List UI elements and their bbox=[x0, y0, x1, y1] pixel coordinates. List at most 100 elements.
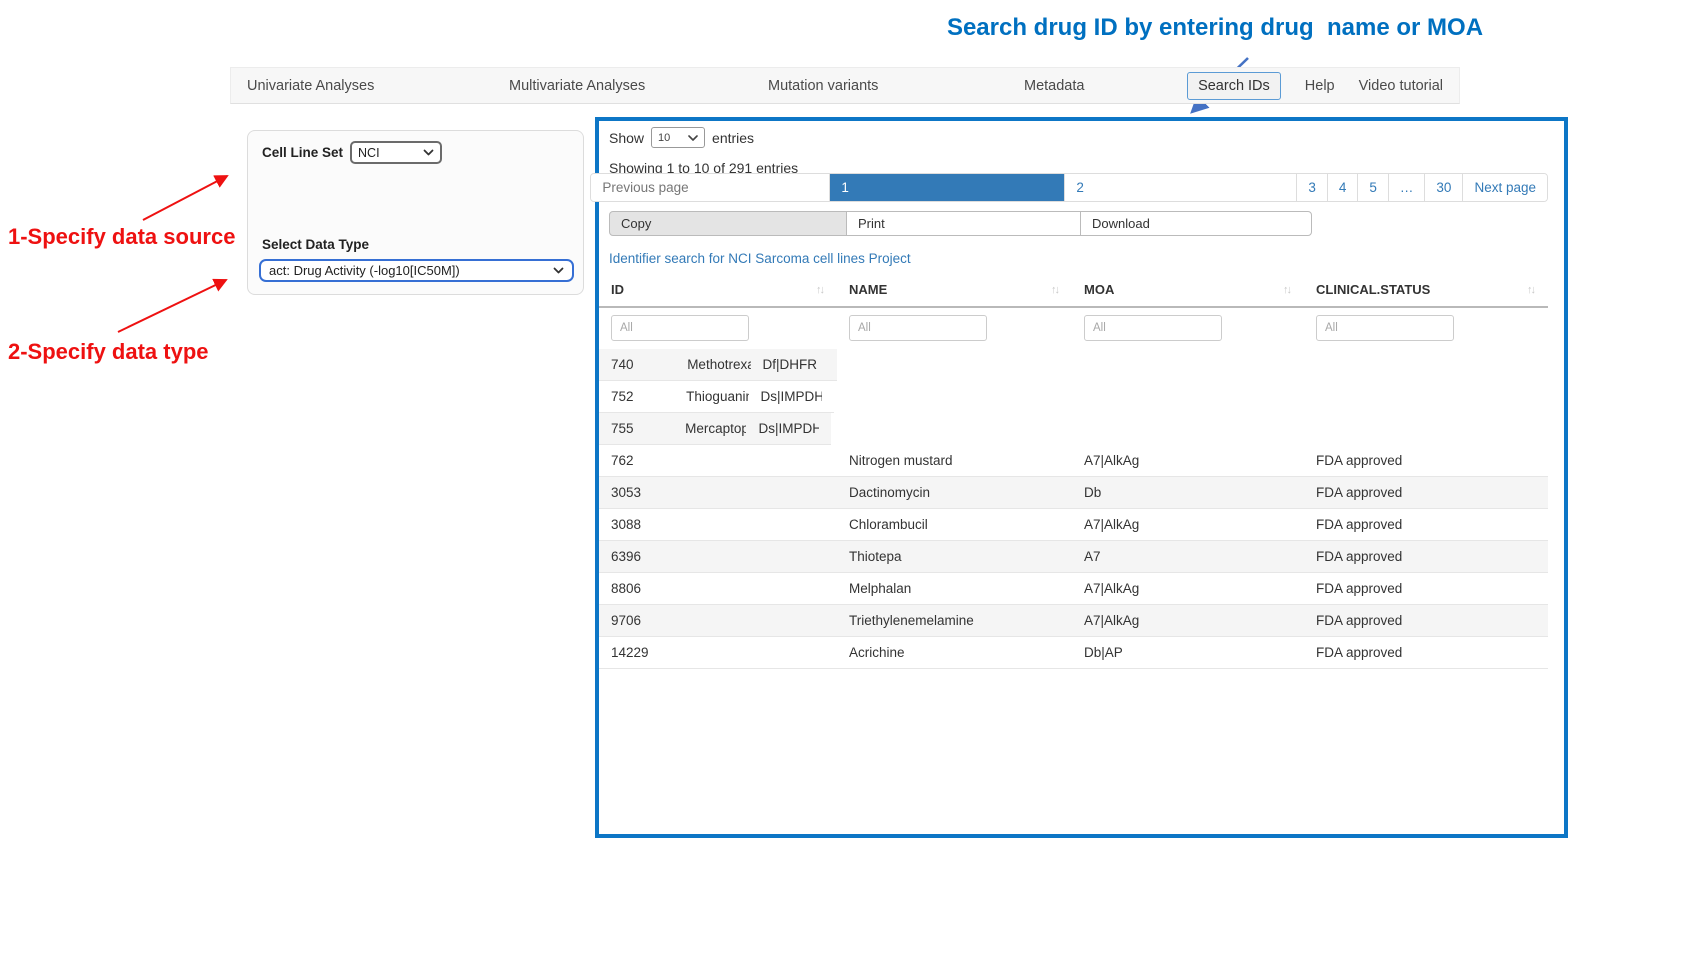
column-header[interactable]: ID ↑↓ bbox=[599, 273, 837, 306]
table-row[interactable]: 3053 Dactinomycin Db FDA approved bbox=[599, 477, 1548, 509]
cell-moa: Db bbox=[1072, 485, 1304, 500]
cell-name: Acrichine bbox=[837, 645, 1072, 660]
pagination-button[interactable]: Previous page bbox=[591, 174, 829, 201]
table-row[interactable]: 740 Methotrexate Df|DHFR FDA approved bbox=[599, 349, 837, 381]
column-filter-input[interactable] bbox=[1316, 315, 1454, 341]
cell-clinical-status: FDA approved bbox=[1304, 517, 1548, 532]
table-row[interactable]: 8806 Melphalan A7|AlkAg FDA approved bbox=[599, 573, 1548, 605]
column-header-label: MOA bbox=[1084, 282, 1114, 297]
pagination-button[interactable]: 3 bbox=[1296, 174, 1327, 201]
pagination: Previous page 1 2 3 4 5 … 30 Next page bbox=[590, 173, 1548, 202]
table-row[interactable]: 3088 Chlorambucil A7|AlkAg FDA approved bbox=[599, 509, 1548, 541]
sort-icon[interactable]: ↑↓ bbox=[1283, 284, 1290, 296]
pagination-button[interactable]: 4 bbox=[1327, 174, 1358, 201]
filter-cell bbox=[1072, 315, 1304, 341]
column-filter-input[interactable] bbox=[1084, 315, 1222, 341]
sort-icon[interactable]: ↑↓ bbox=[1527, 284, 1534, 296]
filter-cell bbox=[599, 315, 837, 341]
cell-name: Melphalan bbox=[837, 581, 1072, 596]
table-row[interactable]: 14229 Acrichine Db|AP FDA approved bbox=[599, 637, 1548, 669]
data-type-select[interactable]: act: Drug Activity (-log10[IC50M]) bbox=[259, 259, 574, 282]
page-length-select[interactable]: 10 bbox=[651, 127, 705, 148]
cell-moa: A7|AlkAg bbox=[1072, 517, 1304, 532]
show-label: Show bbox=[609, 130, 644, 146]
pagination-button[interactable]: 1 bbox=[829, 174, 1064, 201]
export-button[interactable]: Download bbox=[1080, 211, 1312, 236]
data-type-value: act: Drug Activity (-log10[IC50M]) bbox=[269, 263, 460, 278]
nav-tab[interactable]: Metadata bbox=[1024, 73, 1163, 99]
cell-clinical-status: FDA approved bbox=[1304, 549, 1548, 564]
pagination-button[interactable]: … bbox=[1388, 174, 1425, 201]
table-row[interactable]: 9706 Triethylenemelamine A7|AlkAg FDA ap… bbox=[599, 605, 1548, 637]
cell-name: Dactinomycin bbox=[837, 485, 1072, 500]
cell-id: 740 bbox=[599, 357, 675, 372]
nav-tab[interactable]: Search IDs bbox=[1187, 72, 1281, 100]
pagination-button[interactable]: Next page bbox=[1462, 174, 1547, 201]
annotation-heading: Search drug ID by entering drug name or … bbox=[905, 14, 1525, 42]
column-filter-input[interactable] bbox=[849, 315, 987, 341]
nav-tab[interactable]: Univariate Analyses bbox=[247, 73, 485, 99]
export-button-group: Copy Print Download bbox=[609, 211, 1312, 236]
cell-id: 755 bbox=[599, 421, 673, 436]
pagination-button[interactable]: 2 bbox=[1064, 174, 1296, 201]
cell-name: Triethylenemelamine bbox=[837, 613, 1072, 628]
cell-line-set-select[interactable]: NCI bbox=[350, 141, 442, 164]
identifier-search-link[interactable]: Identifier search for NCI Sarcoma cell l… bbox=[609, 251, 911, 266]
sort-icon[interactable]: ↑↓ bbox=[816, 284, 823, 296]
results-panel: Show 10 entries Showing 1 to 10 of 291 e… bbox=[595, 117, 1568, 838]
chevron-down-icon bbox=[423, 149, 434, 156]
cell-clinical-status: FDA approved bbox=[1304, 453, 1548, 468]
cell-line-set-value: NCI bbox=[358, 146, 380, 160]
cell-name: Mercaptopurine bbox=[673, 421, 746, 436]
cell-clinical-status: FDA approved bbox=[822, 389, 834, 404]
cell-clinical-status: FDA approved bbox=[825, 357, 837, 372]
cell-clinical-status: FDA approved bbox=[1304, 645, 1548, 660]
red-arrow-1-icon bbox=[135, 166, 240, 228]
cell-id: 8806 bbox=[599, 581, 837, 596]
cell-name: Methotrexate bbox=[675, 357, 750, 372]
nav-tab[interactable]: Video tutorial bbox=[1359, 73, 1443, 99]
cell-moa: Db|AP bbox=[1072, 645, 1304, 660]
cell-clinical-status: FDA approved bbox=[1304, 581, 1548, 596]
cell-moa: A7|AlkAg bbox=[1072, 581, 1304, 596]
data-source-card: Cell Line Set NCI Select Data Type act: … bbox=[247, 130, 584, 295]
cell-id: 6396 bbox=[599, 549, 837, 564]
cell-id: 762 bbox=[599, 453, 837, 468]
table-row[interactable]: 752 Thioguanine Ds|IMPDH2|PPAT FDA appro… bbox=[599, 381, 834, 413]
column-header-label: CLINICAL.STATUS bbox=[1316, 282, 1430, 297]
column-header-label: NAME bbox=[849, 282, 887, 297]
cell-line-set-label: Cell Line Set bbox=[262, 145, 343, 160]
column-header[interactable]: MOA ↑↓ bbox=[1072, 273, 1304, 306]
nav-tab[interactable]: Mutation variants bbox=[768, 73, 1000, 99]
results-table: ID ↑↓ NAME ↑↓ MOA ↑↓ CLINICAL.STATU bbox=[599, 273, 1548, 669]
export-button[interactable]: Copy bbox=[609, 211, 847, 236]
export-button[interactable]: Print bbox=[846, 211, 1081, 236]
page-length-value: 10 bbox=[658, 132, 670, 144]
column-header[interactable]: CLINICAL.STATUS ↑↓ bbox=[1304, 273, 1548, 306]
nav-tab[interactable]: Multivariate Analyses bbox=[509, 73, 744, 99]
nav-tab[interactable]: Help bbox=[1305, 73, 1335, 99]
table-filter-row bbox=[599, 308, 1548, 349]
cell-moa: A7 bbox=[1072, 549, 1304, 564]
cell-moa: A7|AlkAg bbox=[1072, 613, 1304, 628]
chevron-down-icon bbox=[553, 267, 564, 274]
page: Search drug ID by entering drug name or … bbox=[0, 0, 1700, 956]
table-row[interactable]: 6396 Thiotepa A7 FDA approved bbox=[599, 541, 1548, 573]
column-filter-input[interactable] bbox=[611, 315, 749, 341]
nav-bar: Univariate Analyses Multivariate Analyse… bbox=[230, 67, 1460, 104]
cell-id: 752 bbox=[599, 389, 674, 404]
pagination-button[interactable]: 5 bbox=[1357, 174, 1388, 201]
cell-id: 3088 bbox=[599, 517, 837, 532]
cell-clinical-status: FDA approved bbox=[1304, 613, 1548, 628]
cell-id: 3053 bbox=[599, 485, 837, 500]
cell-name: Thiotepa bbox=[837, 549, 1072, 564]
sort-icon[interactable]: ↑↓ bbox=[1051, 284, 1058, 296]
cell-id: 14229 bbox=[599, 645, 837, 660]
column-header[interactable]: NAME ↑↓ bbox=[837, 273, 1072, 306]
cell-clinical-status: FDA approved bbox=[819, 421, 831, 436]
pagination-button[interactable]: 30 bbox=[1424, 174, 1462, 201]
filter-cell bbox=[837, 315, 1072, 341]
table-row[interactable]: 755 Mercaptopurine Ds|IMPDH2|PPAT FDA ap… bbox=[599, 413, 831, 445]
filter-cell bbox=[1304, 315, 1548, 341]
table-row[interactable]: 762 Nitrogen mustard A7|AlkAg FDA approv… bbox=[599, 445, 1548, 477]
